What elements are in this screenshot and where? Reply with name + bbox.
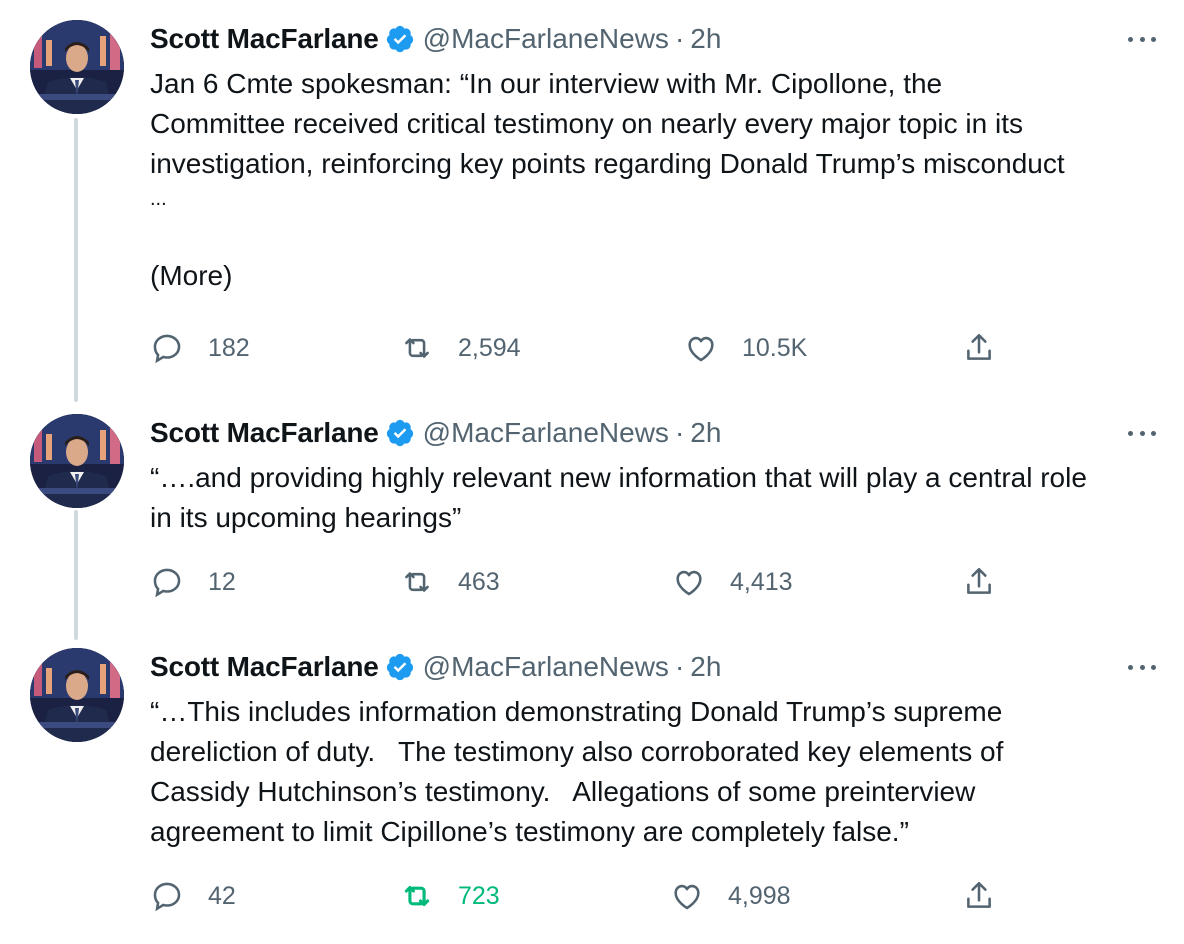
tweet-text: Jan 6 Cmte spokesman: “In our interview …: [150, 64, 1170, 296]
tweet-text-line: Committee received critical testimony on…: [150, 108, 1023, 139]
retweet-icon: [405, 338, 429, 358]
tweet-text-line: agreement to limit Cipillone’s testimony…: [150, 816, 909, 847]
tweet-text-line: dereliction of duty. The testimony also …: [150, 736, 1004, 767]
author-handle[interactable]: @MacFarlaneNews: [423, 23, 669, 55]
tweet[interactable]: Scott MacFarlane @MacFarlaneNews · 2h “……: [0, 394, 1184, 628]
tweet-text: “….and providing highly relevant new inf…: [150, 458, 1170, 538]
tweet-text-line: Jan 6 Cmte spokesman: “In our interview …: [150, 68, 943, 99]
heart-icon: [676, 570, 702, 596]
retweet-count: 2,594: [458, 333, 521, 362]
timestamp[interactable]: 2h: [690, 417, 721, 449]
like-button[interactable]: 4,413: [672, 562, 793, 602]
retweet-button[interactable]: 2,594: [400, 328, 521, 368]
share-button[interactable]: [962, 876, 996, 916]
avatar[interactable]: [30, 648, 124, 742]
retweet-count: 463: [458, 567, 500, 596]
retweet-icon: [405, 572, 429, 592]
author-handle[interactable]: @MacFarlaneNews: [423, 651, 669, 683]
like-button[interactable]: 4,998: [670, 876, 791, 916]
tweet-header: Scott MacFarlane @MacFarlaneNews · 2h: [150, 412, 721, 454]
retweet-icon: [404, 885, 430, 907]
reply-count: 42: [208, 881, 236, 910]
reply-icon: [153, 334, 181, 364]
tweet-text-line: ...: [150, 188, 167, 210]
tweet-text: “…This includes information demonstratin…: [150, 692, 1170, 852]
tweet-text-line: “…This includes information demonstratin…: [150, 696, 1003, 727]
like-count: 4,998: [728, 881, 791, 910]
reply-button[interactable]: 42: [150, 876, 236, 916]
verified-badge-icon: [386, 653, 413, 681]
reply-icon: [153, 882, 181, 912]
tweet[interactable]: Scott MacFarlane @MacFarlaneNews · 2h “……: [0, 628, 1184, 938]
separator: ·: [674, 23, 685, 54]
tweet-actions: 12 463 4,413: [150, 562, 1010, 602]
retweet-count: 723: [458, 881, 500, 910]
retweet-button[interactable]: 463: [400, 562, 500, 602]
more-icon[interactable]: [1122, 26, 1162, 52]
timestamp[interactable]: 2h: [690, 651, 721, 683]
share-icon: [967, 881, 991, 908]
separator: ·: [674, 417, 685, 448]
like-count: 10.5K: [742, 333, 808, 362]
reply-count: 182: [208, 333, 250, 362]
author-name[interactable]: Scott MacFarlane: [150, 23, 379, 55]
reply-button[interactable]: 12: [150, 562, 236, 602]
show-more-link[interactable]: (More): [150, 256, 1170, 296]
verified-badge-icon: [386, 419, 413, 447]
tweet-text-line: Cassidy Hutchinson’s testimony. Allegati…: [150, 776, 976, 807]
reply-icon: [153, 568, 181, 598]
reply-count: 12: [208, 567, 236, 596]
tweet-text-line: “….and providing highly relevant new inf…: [150, 462, 1087, 493]
like-button[interactable]: 10.5K: [684, 328, 807, 368]
heart-icon: [688, 336, 714, 362]
tweet-text-line: in its upcoming hearings”: [150, 502, 462, 533]
share-button[interactable]: [962, 328, 996, 368]
timestamp[interactable]: 2h: [690, 23, 721, 55]
retweet-button[interactable]: 723: [400, 876, 500, 916]
tweet-header: Scott MacFarlane @MacFarlaneNews · 2h: [150, 646, 721, 688]
more-icon[interactable]: [1122, 654, 1162, 680]
avatar[interactable]: [30, 20, 124, 114]
tweet-actions: 42 723 4,998: [150, 876, 1010, 916]
like-count: 4,413: [730, 567, 793, 596]
separator: ·: [674, 651, 685, 682]
tweet-text-line: investigation, reinforcing key points re…: [150, 148, 1065, 179]
share-button[interactable]: [962, 562, 996, 602]
reply-button[interactable]: 182: [150, 328, 250, 368]
avatar[interactable]: [30, 414, 124, 508]
tweet-header: Scott MacFarlane @MacFarlaneNews · 2h: [150, 18, 721, 60]
author-handle[interactable]: @MacFarlaneNews: [423, 417, 669, 449]
tweet-actions: 182 2,594 10.5K: [150, 328, 1010, 368]
share-icon: [967, 333, 991, 360]
verified-badge-icon: [386, 25, 413, 53]
author-name[interactable]: Scott MacFarlane: [150, 651, 379, 683]
tweet[interactable]: Scott MacFarlane @MacFarlaneNews · 2h Ja…: [0, 0, 1184, 394]
share-icon: [967, 567, 991, 594]
heart-icon: [674, 884, 700, 910]
more-icon[interactable]: [1122, 420, 1162, 446]
author-name[interactable]: Scott MacFarlane: [150, 417, 379, 449]
